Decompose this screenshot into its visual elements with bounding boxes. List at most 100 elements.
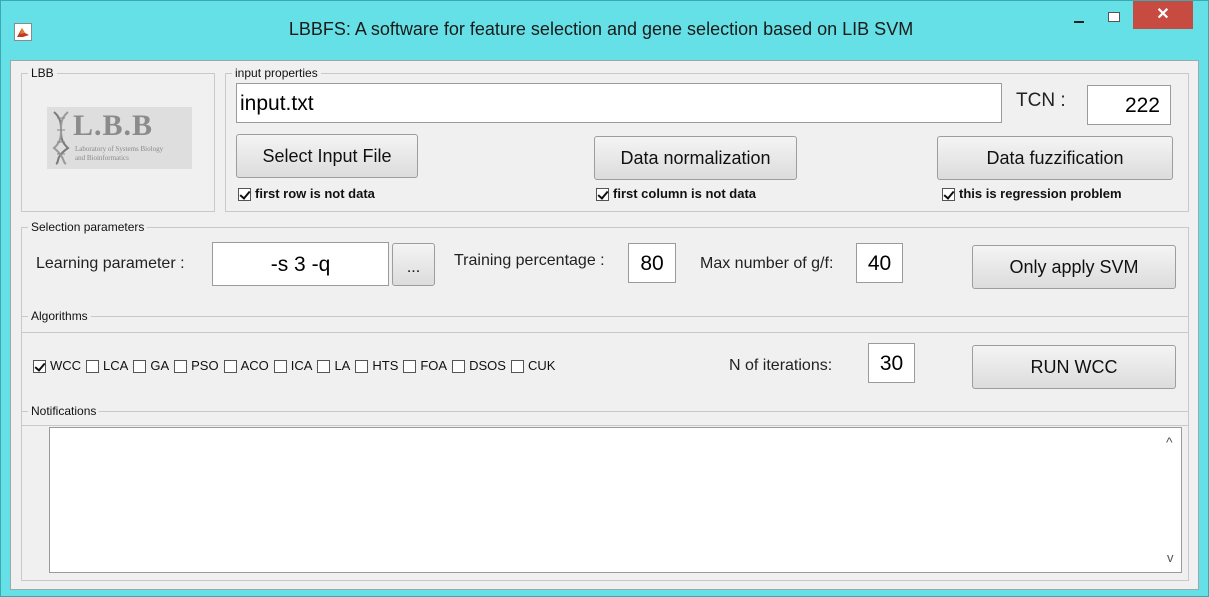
algorithm-checkbox-lca[interactable]: LCA: [86, 358, 129, 374]
ellipsis-label: ...: [406, 259, 421, 276]
iterations-label: N of iterations:: [729, 357, 833, 374]
algorithm-checkbox-box[interactable]: [355, 360, 369, 374]
client-area: LBB L.B.B Laboratory of Systems Biology …: [10, 60, 1199, 590]
matlab-app-icon[interactable]: [14, 23, 32, 41]
run-wcc-button[interactable]: RUN WCC: [972, 345, 1176, 389]
regression-checkbox-label: this is regression problem: [959, 186, 1122, 201]
select-input-file-button[interactable]: Select Input File: [236, 134, 418, 178]
algorithm-checkbox-box[interactable]: [273, 360, 287, 374]
first-column-checkbox[interactable]: first column is not data: [596, 186, 756, 202]
algorithm-checkbox-list: WCC LCA GA PSO ACO ICA LA HTS FOA DSOS CUK: [33, 357, 560, 375]
logo-subtitle-1: Laboratory of Systems Biology: [75, 145, 164, 153]
close-icon: ✕: [1156, 6, 1170, 23]
maximize-icon: [1108, 12, 1120, 22]
algorithm-checkbox-box[interactable]: [174, 360, 188, 374]
learning-parameter-label: Learning parameter :: [36, 255, 185, 272]
algorithm-checkbox-label: FOA: [420, 358, 448, 373]
dna-helix-icon: [52, 111, 70, 165]
input-file-field[interactable]: input.txt: [236, 83, 1002, 123]
algorithm-checkbox-dsos[interactable]: DSOS: [452, 358, 506, 374]
selection-parameters-label: Selection parameters: [28, 220, 148, 234]
notifications-label: Notifications: [28, 404, 100, 418]
run-wcc-label: RUN WCC: [1030, 357, 1118, 377]
algorithm-checkbox-label: CUK: [527, 358, 556, 373]
max-features-value: 40: [867, 252, 892, 275]
algorithm-checkbox-label: DSOS: [469, 358, 506, 373]
iterations-value: 30: [879, 352, 904, 375]
algorithm-checkbox-aco[interactable]: ACO: [223, 358, 269, 374]
algorithm-checkbox-box[interactable]: [317, 360, 331, 374]
training-percentage-field[interactable]: 80: [628, 243, 676, 283]
input-file-value: input.txt: [240, 92, 314, 115]
algorithms-group: Algorithms WCC LCA GA PSO ACO ICA LA HTS FOA DSOS…: [21, 309, 1189, 426]
lbb-logo: L.B.B Laboratory of Systems Biology and …: [47, 107, 192, 169]
max-features-field[interactable]: 40: [856, 243, 903, 283]
algorithm-checkbox-box[interactable]: [452, 360, 466, 374]
algorithm-checkbox-label: GA: [150, 358, 170, 373]
data-normalization-button[interactable]: Data normalization: [594, 136, 797, 180]
first-column-checkbox-box[interactable]: [596, 188, 609, 202]
algorithm-checkbox-box[interactable]: [33, 360, 46, 374]
notifications-textarea[interactable]: ^ v: [49, 427, 1182, 573]
only-apply-svm-button[interactable]: Only apply SVM: [972, 245, 1176, 289]
tcn-field[interactable]: 222: [1087, 85, 1171, 125]
algorithm-checkbox-hts[interactable]: HTS: [355, 358, 399, 374]
regression-checkbox-box[interactable]: [942, 188, 955, 202]
regression-checkbox[interactable]: this is regression problem: [942, 186, 1122, 202]
algorithm-checkbox-ga[interactable]: GA: [133, 358, 170, 374]
input-properties-group: input properties input.txt TCN : 222 Sel…: [225, 66, 1189, 212]
data-fuzzification-button[interactable]: Data fuzzification: [937, 136, 1173, 180]
title-bar[interactable]: LBBFS: A software for feature selection …: [1, 1, 1208, 59]
algorithms-label: Algorithms: [28, 309, 91, 323]
algorithm-checkbox-label: LA: [334, 358, 351, 373]
minimize-button[interactable]: [1064, 7, 1094, 31]
data-fuzzification-label: Data fuzzification: [986, 148, 1124, 168]
algorithm-checkbox-label: PSO: [191, 358, 219, 373]
algorithm-checkbox-box[interactable]: [86, 360, 100, 374]
window-title: LBBFS: A software for feature selection …: [288, 19, 914, 39]
algorithm-checkbox-foa[interactable]: FOA: [403, 358, 448, 374]
close-button[interactable]: ✕: [1133, 1, 1193, 29]
algorithm-checkbox-ica[interactable]: ICA: [273, 358, 313, 374]
algorithm-checkbox-box[interactable]: [403, 360, 417, 374]
training-percentage-value: 80: [640, 252, 664, 275]
only-apply-svm-label: Only apply SVM: [1009, 257, 1139, 277]
minimize-icon: [1074, 21, 1084, 23]
first-row-checkbox[interactable]: first row is not data: [238, 186, 375, 202]
algorithm-checkbox-cuk[interactable]: CUK: [510, 358, 556, 374]
algorithm-checkbox-label: LCA: [103, 358, 129, 373]
notifications-scrollbar[interactable]: ^ v: [1163, 428, 1181, 572]
algorithm-checkbox-la[interactable]: LA: [317, 358, 351, 374]
logo-text: L.B.B: [73, 109, 154, 142]
app-window: LBBFS: A software for feature selection …: [0, 0, 1209, 597]
learning-parameter-ellipsis-button[interactable]: ...: [392, 243, 435, 286]
learning-parameter-field[interactable]: -s 3 -q: [212, 242, 389, 286]
tcn-label: TCN :: [1016, 90, 1066, 111]
scroll-up-arrow-icon[interactable]: ^: [1166, 434, 1173, 450]
first-row-checkbox-label: first row is not data: [255, 186, 375, 201]
max-features-label: Max number of g/f:: [700, 255, 834, 272]
algorithm-checkbox-label: ICA: [290, 358, 313, 373]
lbb-group: LBB L.B.B Laboratory of Systems Biology …: [21, 66, 215, 212]
algorithm-checkbox-pso[interactable]: PSO: [174, 358, 219, 374]
algorithm-checkbox-label: ACO: [240, 358, 269, 373]
algorithm-checkbox-box[interactable]: [223, 360, 237, 374]
first-row-checkbox-box[interactable]: [238, 188, 251, 202]
lbb-group-label: LBB: [28, 66, 57, 80]
scroll-down-arrow-icon[interactable]: v: [1167, 550, 1174, 565]
maximize-button[interactable]: [1099, 7, 1129, 31]
training-percentage-label: Training percentage :: [454, 252, 605, 269]
first-column-checkbox-label: first column is not data: [613, 186, 757, 201]
algorithm-checkbox-wcc[interactable]: WCC: [33, 358, 82, 374]
notifications-group: Notifications ^ v: [21, 404, 1189, 581]
iterations-field[interactable]: 30: [868, 343, 915, 383]
algorithm-checkbox-box[interactable]: [510, 360, 524, 374]
algorithm-checkbox-box[interactable]: [133, 360, 147, 374]
input-properties-label: input properties: [232, 66, 321, 80]
data-normalization-label: Data normalization: [620, 148, 771, 168]
algorithm-checkbox-label: HTS: [372, 358, 399, 373]
select-input-file-label: Select Input File: [262, 146, 392, 166]
logo-subtitle-2: and Bioinformatics: [75, 154, 129, 162]
learning-parameter-value: -s 3 -q: [270, 253, 331, 276]
algorithm-checkbox-label: WCC: [50, 358, 82, 373]
